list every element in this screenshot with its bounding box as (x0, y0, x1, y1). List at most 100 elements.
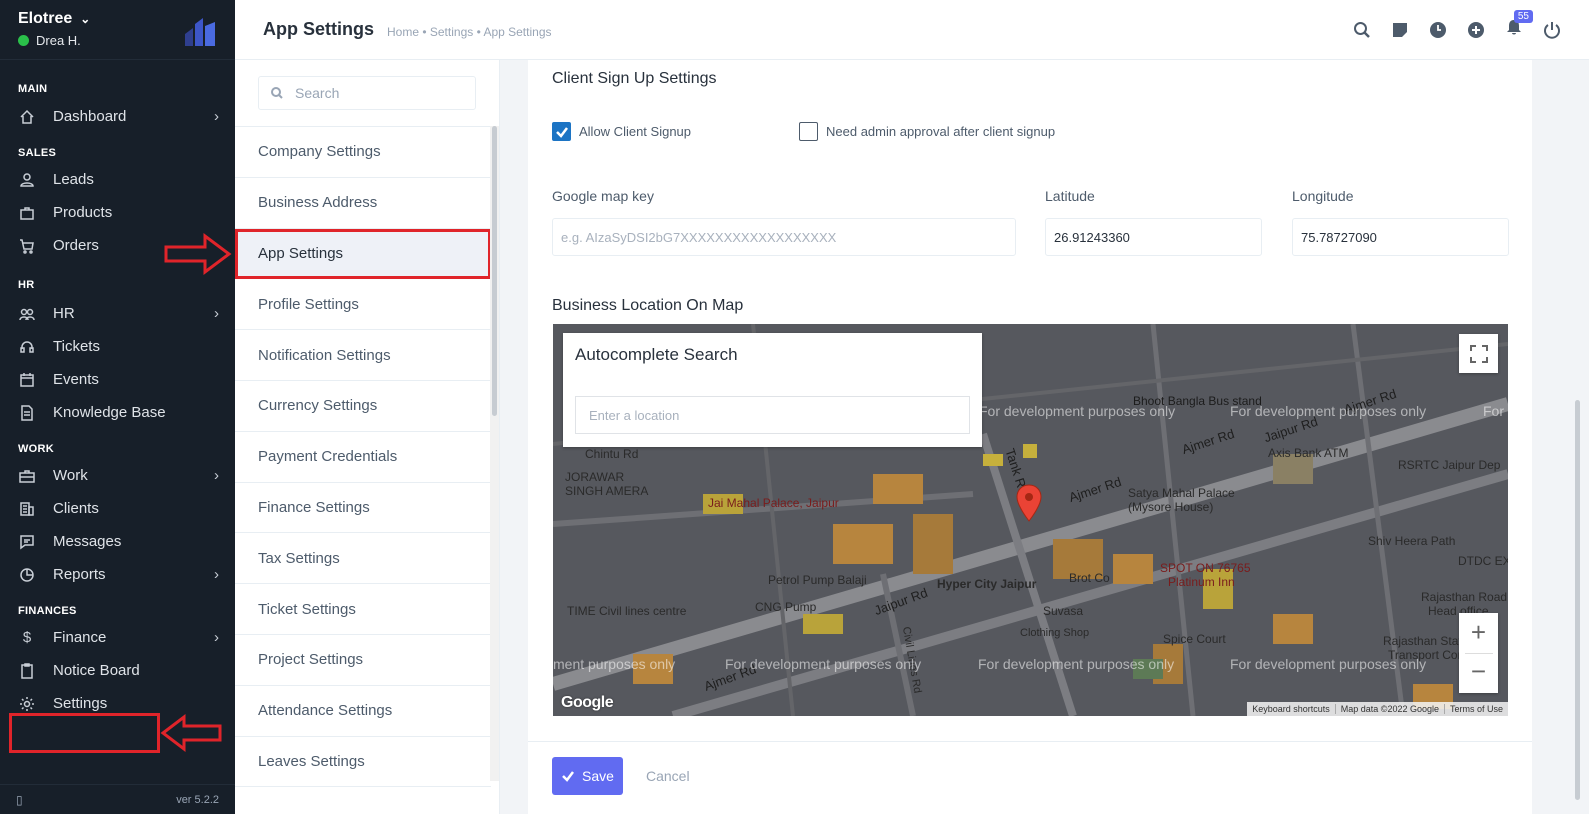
annotation-arrow-icon (164, 233, 232, 275)
map-title: Business Location On Map (552, 297, 744, 314)
map-label: (Mysore House) (1128, 500, 1214, 514)
settings-menu-item[interactable]: Business Address (235, 178, 491, 229)
google-map-key-input[interactable]: e.g. AIzaSyDSI2bG7XXXXXXXXXXXXXXXXXX (552, 218, 1016, 256)
top-bar: App Settings Home • Settings • App Setti… (235, 0, 1589, 60)
map-attribution: Keyboard shortcuts Map data ©2022 Google… (1247, 702, 1508, 716)
chevron-right-icon: › (214, 108, 219, 125)
sidebar-item-products[interactable]: Products (0, 196, 235, 229)
sidebar-section-finances: FINANCES (18, 605, 77, 617)
user-icon (18, 171, 36, 189)
save-button[interactable]: Save (552, 757, 623, 795)
sidebar-item-leads[interactable]: Leads (0, 163, 235, 196)
settings-menu-item[interactable]: Company Settings (235, 127, 491, 178)
cart-icon (18, 237, 36, 255)
sidebar-item-finance[interactable]: $ Finance › (0, 621, 235, 654)
sidebar-header: Elotree ⌄ Drea H. (0, 0, 235, 60)
map-data-label: Map data ©2022 Google (1334, 704, 1444, 714)
allow-client-signup-label: Allow Client Signup (579, 124, 692, 139)
settings-menu-item[interactable]: Profile Settings (235, 279, 491, 331)
app-settings-form: Client Sign Up Settings Allow Client Sig… (528, 60, 1532, 814)
settings-menu-scrollbar[interactable] (492, 126, 497, 416)
pie-chart-icon (18, 566, 36, 584)
top-icons: 55 (1353, 10, 1561, 41)
settings-menu-list: Company Settings Business Address App Se… (235, 126, 499, 788)
sidebar-item-dashboard[interactable]: Dashboard › (0, 100, 235, 133)
search-icon[interactable] (1353, 21, 1371, 39)
map-label: Axis Bank ATM (1268, 446, 1349, 460)
map-label: Suvasa (1043, 604, 1084, 618)
version-label: ver 5.2.2 (176, 793, 219, 806)
settings-menu-item[interactable]: Payment Credentials (235, 432, 491, 483)
map-watermark: For development purposes only (978, 656, 1175, 672)
sidebar-item-hr[interactable]: HR › (0, 297, 235, 330)
longitude-input[interactable]: 75.78727090 (1292, 218, 1509, 256)
location-pin-icon[interactable] (1015, 484, 1043, 522)
page-scroll-track[interactable] (1561, 60, 1589, 814)
clock-icon[interactable] (1429, 21, 1447, 39)
search-icon (271, 87, 283, 99)
sidebar-item-events[interactable]: Events (0, 363, 235, 396)
sticky-note-icon[interactable] (1391, 21, 1409, 39)
sidebar-section-work: WORK (18, 443, 55, 455)
company-name: Elotree (18, 10, 73, 27)
settings-menu-item[interactable]: Finance Settings (235, 483, 491, 534)
mobile-icon[interactable]: ▯ (16, 793, 23, 807)
sidebar-item-messages[interactable]: Messages (0, 525, 235, 558)
sidebar-item-tickets[interactable]: Tickets (0, 330, 235, 363)
notifications[interactable]: 55 (1505, 10, 1533, 41)
settings-menu-item[interactable]: Tax Settings (235, 533, 491, 585)
map-label: RSRTC Jaipur Dep (1398, 458, 1501, 472)
keyboard-shortcuts-link[interactable]: Keyboard shortcuts (1247, 704, 1335, 714)
settings-menu-item[interactable]: Currency Settings (235, 381, 491, 432)
power-icon[interactable] (1543, 21, 1561, 39)
fullscreen-icon (1469, 344, 1488, 363)
settings-menu-item[interactable]: Project Settings (235, 635, 491, 686)
page-scrollbar[interactable] (1575, 400, 1580, 800)
allow-client-signup-checkbox[interactable]: Allow Client Signup (552, 122, 691, 141)
chevron-right-icon: › (214, 467, 219, 484)
fullscreen-button[interactable] (1459, 334, 1498, 373)
map-watermark: For development purposes only (979, 403, 1176, 419)
terms-link[interactable]: Terms of Use (1443, 704, 1508, 714)
sidebar-item-knowledge-base[interactable]: Knowledge Base (0, 396, 235, 429)
settings-menu-item-active[interactable]: App Settings (235, 228, 491, 280)
latitude-input[interactable]: 26.91243360 (1045, 218, 1262, 256)
sidebar-item-label: Knowledge Base (53, 404, 166, 421)
google-logo: Google (561, 694, 614, 711)
settings-menu: Search Company Settings Business Address… (235, 60, 500, 814)
section-title: Client Sign Up Settings (552, 70, 717, 87)
settings-menu-item[interactable]: Ticket Settings (235, 584, 491, 635)
sidebar-item-notice-board[interactable]: Notice Board (0, 654, 235, 687)
map-label: DTDC EX (1458, 554, 1508, 568)
sidebar-item-label: Events (53, 371, 99, 388)
sidebar-item-label: Finance (53, 629, 107, 646)
business-location-map[interactable]: Bhoot Bangla Bus stand Ajmer Rd Ajmer Rd… (553, 324, 1508, 716)
sidebar-item-clients[interactable]: Clients (0, 492, 235, 525)
settings-menu-item[interactable]: Leaves Settings (235, 737, 491, 788)
map-label: Rajasthan Road (1421, 590, 1508, 604)
sidebar-item-reports[interactable]: Reports › (0, 558, 235, 591)
map-watermark: For development purposes only (1230, 656, 1427, 672)
settings-search-input[interactable]: Search (258, 76, 476, 110)
settings-menu-item[interactable]: Attendance Settings (235, 686, 491, 737)
map-label: Platinum Inn (1168, 575, 1235, 589)
autocomplete-title: Autocomplete Search (575, 345, 738, 364)
zoom-out-button[interactable]: − (1471, 653, 1486, 693)
zoom-in-button[interactable]: + (1471, 613, 1486, 653)
sidebar-item-work[interactable]: Work › (0, 459, 235, 492)
online-status-icon (18, 35, 29, 46)
breadcrumb[interactable]: Home • Settings • App Settings (387, 25, 552, 39)
chevron-right-icon: › (214, 566, 219, 583)
add-circle-icon[interactable] (1467, 21, 1485, 39)
gear-icon (18, 695, 36, 713)
location-search-input[interactable]: Enter a location (575, 396, 970, 434)
notification-badge: 55 (1513, 10, 1533, 23)
settings-menu-item[interactable]: Notification Settings (235, 330, 491, 381)
zoom-controls: + − (1459, 613, 1498, 693)
user-name: Drea H. (36, 33, 81, 48)
map-label: SINGH AMERA (565, 484, 649, 498)
admin-approval-checkbox[interactable]: Need admin approval after client signup (799, 122, 1055, 141)
cancel-button[interactable]: Cancel (646, 768, 690, 784)
map-watermark: For development purposes only (725, 656, 922, 672)
sidebar-item-label: Notice Board (53, 662, 140, 679)
